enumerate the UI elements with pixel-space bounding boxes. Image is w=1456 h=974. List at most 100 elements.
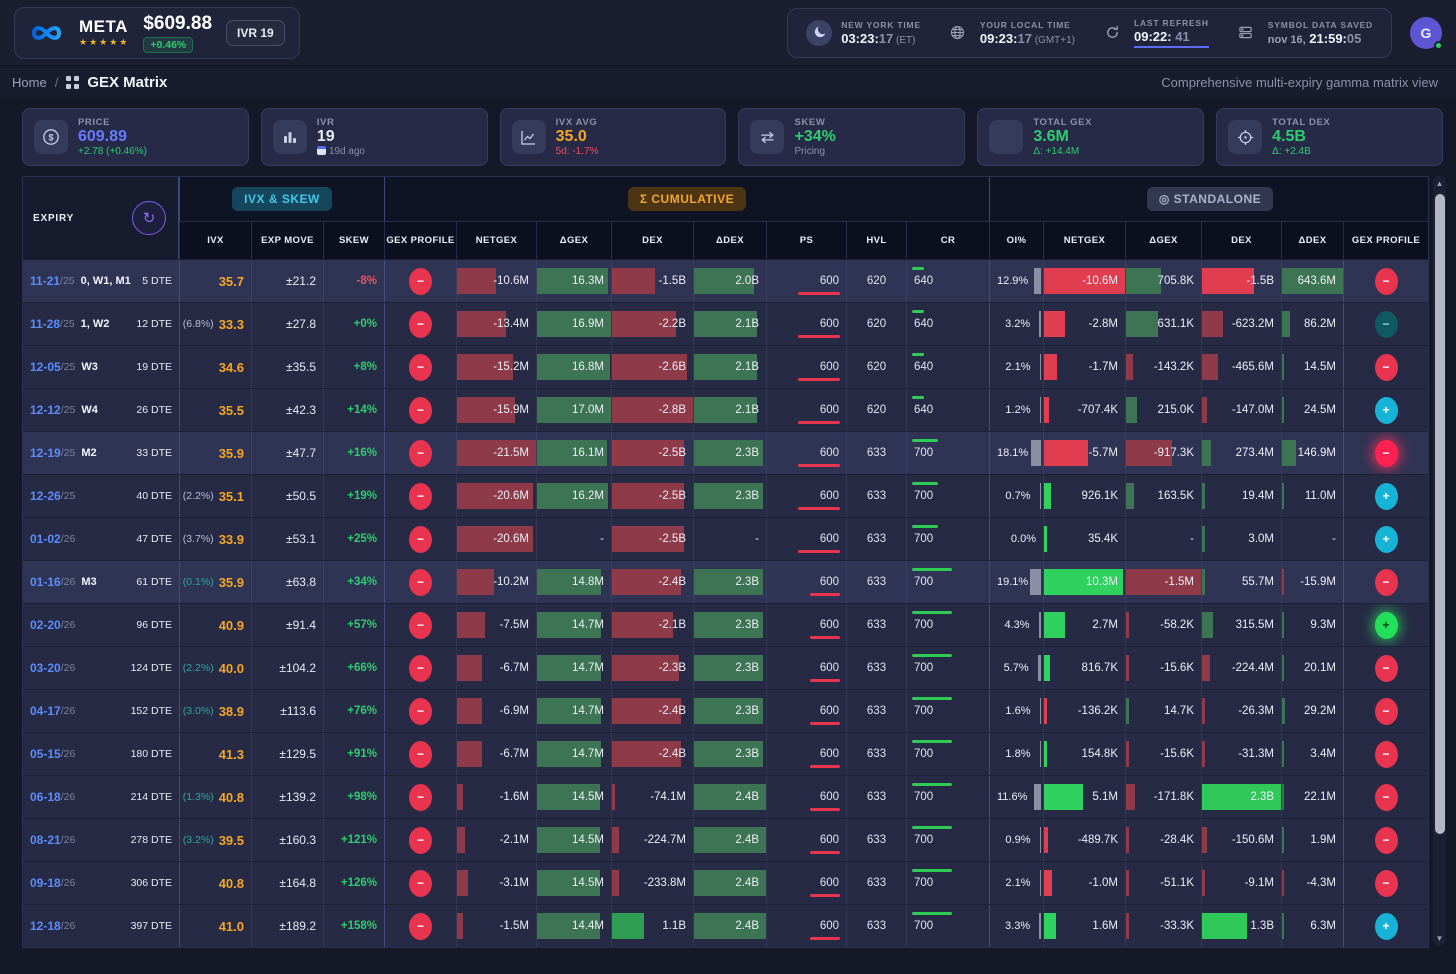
cell-value: -20.6M (493, 533, 529, 545)
group-cumulative[interactable]: Σ CUMULATIVE (384, 177, 989, 221)
gex-profile-indicator-minus[interactable]: − (409, 697, 432, 725)
scroll-up-arrow[interactable]: ▲ (1433, 179, 1446, 188)
gex-profile-indicator-minus[interactable]: − (409, 525, 432, 553)
breadcrumb-home-link[interactable]: Home (12, 75, 47, 90)
gex-profile-indicator-plus[interactable]: + (1374, 525, 1398, 553)
table-row-08-21[interactable]: 08-21/26 278 DTE (3.2%) 39.5 ±160.3 +121% − -2.… (23, 818, 1428, 861)
gex-profile-indicator-minus[interactable]: − (409, 783, 432, 811)
column-header--dex[interactable]: ΔDEX (693, 221, 766, 259)
column-header-exp-move[interactable]: EXP MOVE (251, 221, 323, 259)
column-header-dex[interactable]: DEX (1201, 221, 1281, 259)
gex-profile-indicator-minus[interactable]: − (409, 611, 432, 639)
ivx-cell: 41.3 (179, 733, 251, 775)
gex-profile-indicator-minus[interactable]: − (409, 568, 432, 596)
gex-profile-indicator-minus[interactable]: − (409, 482, 432, 510)
stat-card-total-gex[interactable]: TOTAL GEX 3.6M Δ: +14.4M (977, 108, 1205, 166)
gex-profile-indicator-minus[interactable]: − (409, 439, 432, 467)
vertical-scrollbar[interactable]: ▲ ▼ (1433, 176, 1446, 946)
column-header-netgex[interactable]: NETGEX (1043, 221, 1125, 259)
column-header--gex[interactable]: ΔGEX (536, 221, 611, 259)
table-row-12-18[interactable]: 12-18/26 397 DTE 41.0 ±189.2 +158% − -1.5M 14.4… (23, 904, 1428, 947)
column-header-cr[interactable]: CR (906, 221, 989, 259)
table-row-06-18[interactable]: 06-18/26 214 DTE (1.3%) 40.8 ±139.2 +98% − -1.6… (23, 775, 1428, 818)
column-header-hvl[interactable]: HVL (846, 221, 906, 259)
table-row-12-19[interactable]: 12-19/25 M2 33 DTE 35.9 ±47.7 +16% − -21.5M 16.1… (23, 431, 1428, 474)
table-row-01-16[interactable]: 01-16/26 M3 61 DTE (0.1%) 35.9 ±63.8 +34% − -10.… (23, 560, 1428, 603)
gex-profile-indicator-minus[interactable]: − (1374, 869, 1398, 897)
column-header-dex[interactable]: DEX (611, 221, 693, 259)
table-row-02-20[interactable]: 02-20/26 96 DTE 40.9 ±91.4 +57% − -7.5M 14.7M -2… (23, 603, 1428, 646)
gex-profile-indicator-minus[interactable]: − (409, 396, 432, 424)
column-header-netgex[interactable]: NETGEX (456, 221, 536, 259)
column-header-gex-profile[interactable]: GEX PROFILE (384, 221, 456, 259)
put-support-cell: 600 (766, 518, 846, 560)
cell-value: 14.8M (572, 576, 604, 588)
table-row-09-18[interactable]: 09-18/26 306 DTE 40.8 ±164.8 +126% − -3.1M 14.5… (23, 861, 1428, 904)
column-header--gex[interactable]: ΔGEX (1125, 221, 1201, 259)
gex-profile-indicator-minus[interactable]: − (409, 912, 432, 940)
table-row-04-17[interactable]: 04-17/26 152 DTE (3.0%) 38.9 ±113.6 +76% − -6.9… (23, 689, 1428, 732)
group-standalone[interactable]: ◎ STANDALONE (989, 177, 1430, 221)
gex-profile-indicator-minus[interactable]: − (409, 353, 432, 381)
standalone-gex-profile-cell: − (1343, 260, 1428, 302)
gex-profile-indicator-minus[interactable]: − (1374, 568, 1398, 596)
column-header--dex[interactable]: ΔDEX (1281, 221, 1343, 259)
table-row-12-05[interactable]: 12-05/25 W3 19 DTE 34.6 ±35.5 +8% − -15.2M 16.8M… (23, 345, 1428, 388)
gex-profile-indicator-plus[interactable]: + (1374, 912, 1398, 940)
globe-icon (950, 25, 965, 40)
stat-card-total-dex[interactable]: TOTAL DEX 4.5B Δ: +2.4B (1216, 108, 1443, 166)
gex-profile-indicator-minus[interactable]: − (1374, 697, 1398, 725)
stat-card-ivr[interactable]: IVR 19 19d ago (260, 108, 488, 166)
gex-profile-indicator-minus[interactable]: − (1374, 740, 1398, 768)
bar-positive (1282, 354, 1285, 380)
standalone-delta-dex-cell: 22.1M (1281, 776, 1343, 818)
table-row-11-28[interactable]: 11-28/25 1, W2 12 DTE (6.8%) 33.3 ±27.8 +0% − -1… (23, 302, 1428, 345)
gex-profile-indicator-minus[interactable]: − (1374, 353, 1398, 381)
symbol-card[interactable]: META ★★★★★ $609.88 +0.46% IVR 19 (14, 6, 300, 59)
table-row-12-12[interactable]: 12-12/25 W4 26 DTE 35.5 ±42.3 +14% − -15.9M 17.0… (23, 388, 1428, 431)
cumulative-netgex-cell: -21.5M (456, 432, 536, 474)
gex-profile-indicator-minus[interactable]: − (409, 740, 432, 768)
gex-profile-indicator-minus[interactable]: − (409, 826, 432, 854)
column-header-ps[interactable]: PS (766, 221, 846, 259)
table-row-11-21[interactable]: 11-21/25 0, W1, M1 5 DTE 35.7 ±21.2 -8% − -10.6… (23, 259, 1428, 302)
column-header-ivx[interactable]: IVX (179, 221, 251, 259)
column-header-oi%[interactable]: OI% (989, 221, 1043, 259)
gex-profile-indicator-minus[interactable]: − (409, 310, 432, 338)
gex-profile-indicator-minus[interactable]: − (1374, 826, 1398, 854)
table-row-03-20[interactable]: 03-20/26 124 DTE (2.2%) 40.0 ±104.2 +66% − -6.7… (23, 646, 1428, 689)
column-header-gex-profile[interactable]: GEX PROFILE (1343, 221, 1428, 259)
table-row-12-26[interactable]: 12-26/25 40 DTE (2.2%) 35.1 ±50.5 +19% − -20.6M… (23, 474, 1428, 517)
gex-profile-indicator-minus[interactable]: − (1374, 310, 1398, 338)
gex-profile-indicator-minus[interactable]: − (1374, 439, 1398, 467)
clock-main-part: 03:23: (841, 30, 879, 46)
expiry-cell: 12-12/25 W4 26 DTE (23, 389, 179, 431)
gex-profile-indicator-plus[interactable]: + (1374, 611, 1398, 639)
gex-profile-indicator-minus[interactable]: − (409, 869, 432, 897)
table-row-05-15[interactable]: 05-15/26 180 DTE 41.3 ±129.5 +91% − -6.7M 14.7M… (23, 732, 1428, 775)
scroll-down-arrow[interactable]: ▼ (1433, 934, 1446, 943)
gex-profile-indicator-plus[interactable]: + (1374, 396, 1398, 424)
column-header-skew[interactable]: SKEW (323, 221, 384, 259)
stat-card-ivx-avg[interactable]: IVX AVG 35.0 5d: -1.7% (499, 108, 727, 166)
standalone-gex-profile-cell: + (1343, 604, 1428, 646)
gex-profile-indicator-minus[interactable]: − (409, 654, 432, 682)
table-row-01-02[interactable]: 01-02/26 47 DTE (3.7%) 33.9 ±53.1 +25% − -20.6M… (23, 517, 1428, 560)
group-ivx-skew[interactable]: IVX & SKEW (179, 177, 384, 221)
scrollbar-thumb[interactable] (1434, 194, 1445, 834)
stat-card-skew[interactable]: SKEW +34% Pricing (738, 108, 966, 166)
gex-profile-indicator-minus[interactable]: − (1374, 654, 1398, 682)
put-support-cell: 600 (766, 346, 846, 388)
gex-profile-indicator-minus[interactable]: − (1374, 267, 1398, 295)
gex-profile-indicator-minus[interactable]: − (1374, 783, 1398, 811)
cell-value: 14.7M (572, 662, 604, 674)
sync-refresh-button[interactable]: ↻ (132, 201, 166, 235)
gex-profile-indicator-plus[interactable]: + (1374, 482, 1398, 510)
cumulative-delta-gex-cell: 16.3M (536, 260, 611, 302)
call-resistance-value: 700 (914, 748, 934, 760)
cumulative-netgex-cell: -6.7M (456, 647, 536, 689)
stat-card-price[interactable]: $ PRICE 609.89 +2.78 (+0.46%) (22, 108, 249, 166)
card-label: TOTAL DEX (1272, 116, 1331, 128)
gex-profile-indicator-minus[interactable]: − (409, 267, 432, 295)
user-avatar[interactable]: G (1410, 16, 1443, 50)
